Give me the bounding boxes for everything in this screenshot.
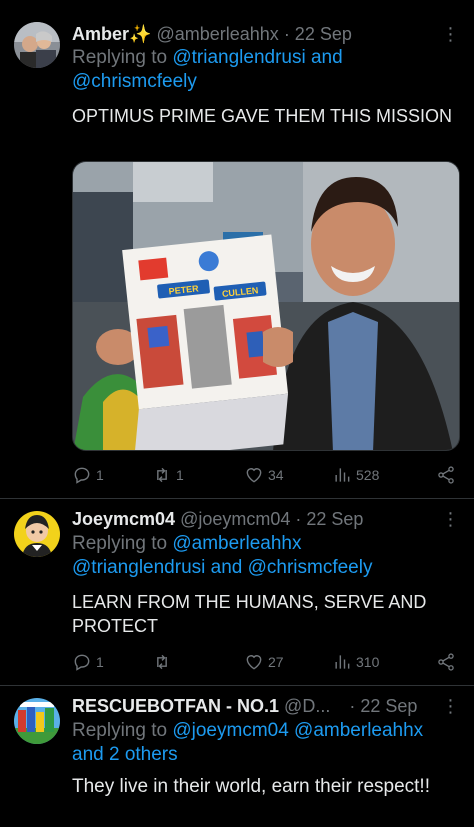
reply-icon bbox=[74, 467, 90, 484]
heart-icon bbox=[246, 468, 262, 483]
like-count: 27 bbox=[268, 654, 284, 670]
share-icon bbox=[438, 466, 454, 484]
views-button[interactable]: 310 bbox=[332, 652, 420, 672]
more-options-icon[interactable]: ⋮ bbox=[440, 509, 460, 529]
replying-to: Replying to @amberleahhx @trianglendrusi… bbox=[72, 532, 462, 580]
share-button[interactable] bbox=[436, 652, 456, 672]
tweet-header: RESCUEBOTFAN - NO.1 @D... · 22 Sep bbox=[72, 695, 434, 717]
views-button[interactable]: 528 bbox=[332, 465, 420, 485]
tweet-amber[interactable]: Amber✨ @amberleahhx · 22 Sep ⋮ Replying … bbox=[0, 0, 474, 498]
display-name[interactable]: Joeymcm04 bbox=[72, 509, 175, 529]
like-button[interactable]: 27 bbox=[244, 652, 332, 672]
more-options-icon[interactable]: ⋮ bbox=[440, 696, 460, 716]
tweet-header: Amber✨ @amberleahhx · 22 Sep bbox=[72, 23, 434, 45]
share-icon bbox=[438, 653, 454, 671]
mention-link[interactable]: @joeymcm04 @amberleahhx bbox=[172, 720, 423, 741]
reply-count: 1 bbox=[96, 654, 104, 670]
share-button[interactable] bbox=[436, 465, 456, 485]
user-handle[interactable]: @amberleahhx bbox=[156, 24, 278, 44]
avatar[interactable] bbox=[14, 511, 60, 557]
retweet-button[interactable] bbox=[152, 652, 244, 672]
retweet-icon bbox=[157, 654, 167, 670]
tweet-joeymcm04[interactable]: Joeymcm04 @joeymcm04 · 22 Sep ⋮ Replying… bbox=[0, 499, 474, 685]
user-handle[interactable]: @joeymcm04 · 22 Sep bbox=[180, 509, 363, 529]
tweet-date[interactable]: · 22 Sep bbox=[349, 696, 417, 716]
replying-prefix: Replying to bbox=[72, 533, 168, 554]
mention-link[interactable]: @trianglendrusi and bbox=[172, 47, 342, 68]
replying-prefix: Replying to bbox=[72, 47, 168, 68]
avatar[interactable] bbox=[14, 698, 60, 744]
user-handle[interactable]: @D... bbox=[284, 696, 330, 716]
mention-link[interactable]: @trianglendrusi and @chrismcfeely bbox=[72, 557, 372, 578]
replying-to: Replying to @joeymcm04 @amberleahhx and … bbox=[72, 719, 462, 767]
reply-button[interactable]: 1 bbox=[72, 652, 152, 672]
avatar[interactable] bbox=[14, 22, 60, 68]
reply-count: 1 bbox=[96, 467, 104, 483]
like-button[interactable]: 34 bbox=[244, 465, 332, 485]
tweet-text: They live in their world, earn their res… bbox=[72, 776, 430, 797]
replying-to: Replying to @trianglendrusi and @chrismc… bbox=[72, 46, 462, 94]
tweet-actions: 1 1 34 528 bbox=[72, 463, 456, 487]
view-count: 310 bbox=[356, 654, 380, 670]
more-options-icon[interactable]: ⋮ bbox=[440, 24, 460, 44]
retweet-button[interactable]: 1 bbox=[152, 465, 244, 485]
display-name[interactable]: Amber✨ bbox=[72, 24, 151, 44]
replying-prefix: Replying to bbox=[72, 720, 168, 741]
tweet-text: OPTIMUS PRIME GAVE THEM THIS MISSION bbox=[72, 106, 453, 126]
views-icon bbox=[335, 655, 350, 669]
like-count: 34 bbox=[268, 467, 284, 483]
reply-button[interactable]: 1 bbox=[72, 465, 152, 485]
display-name[interactable]: RESCUEBOTFAN - NO.1 bbox=[72, 696, 279, 716]
tweet-text: LEARN FROM THE HUMANS, SERVE AND PROTECT bbox=[72, 592, 427, 636]
mention-link[interactable]: and 2 others bbox=[72, 744, 178, 765]
retweet-count: 1 bbox=[176, 467, 184, 483]
tweet-rescuebotfan[interactable]: RESCUEBOTFAN - NO.1 @D... · 22 Sep ⋮ Rep… bbox=[0, 686, 474, 827]
tweet-actions: 1 27 310 bbox=[72, 650, 456, 674]
mention-link[interactable]: @amberleahhx bbox=[172, 533, 301, 554]
reply-icon bbox=[74, 654, 90, 671]
heart-icon bbox=[246, 655, 262, 670]
view-count: 528 bbox=[356, 467, 380, 483]
tweet-photo[interactable]: PETER CULLEN bbox=[72, 161, 460, 451]
photo-peter-cullen: PETER CULLEN bbox=[73, 162, 459, 450]
mention-link[interactable]: @chrismcfeely bbox=[72, 71, 197, 92]
tweet-date[interactable]: · 22 Sep bbox=[284, 24, 352, 44]
retweet-icon bbox=[157, 467, 167, 483]
tweet-header: Joeymcm04 @joeymcm04 · 22 Sep bbox=[72, 508, 434, 530]
views-icon bbox=[335, 468, 350, 482]
